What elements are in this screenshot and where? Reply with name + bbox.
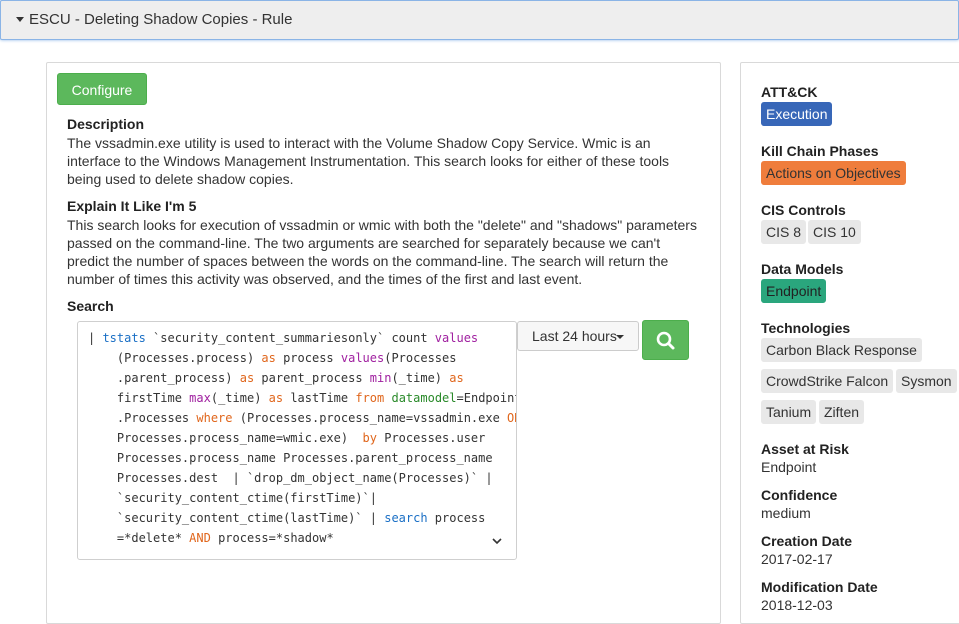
eli5-text: This search looks for execution of vssad… — [67, 216, 707, 288]
asset-label: Asset at Risk — [761, 441, 849, 457]
query-line: `security_content_ctime(lastTime)` | sea… — [88, 508, 485, 528]
query-text: .Processes — [88, 411, 197, 425]
query-keyword: max — [189, 391, 211, 405]
query-line: (Processes.process) as process values(Pr… — [88, 348, 457, 368]
query-text: `security_content_ctime(firstTime)`| — [88, 491, 377, 505]
metadata-sidebar: ATT&CK Execution Kill Chain Phases Actio… — [740, 62, 959, 624]
cis-label: CIS Controls — [761, 202, 846, 218]
eli5-line: passed on the command-line. The two argu… — [67, 235, 661, 251]
creation-date-label: Creation Date — [761, 533, 853, 549]
query-text: `security_content_summariesonly` count — [145, 331, 435, 345]
query-keyword: min — [369, 371, 392, 385]
data-model-tag: Endpoint — [761, 279, 827, 303]
attck-tag: Execution — [761, 102, 833, 126]
query-text: Processes.process_name Processes.parent_… — [88, 451, 493, 465]
query-keyword: as — [239, 371, 255, 385]
technologies-label: Technologies — [761, 320, 851, 336]
technology-tag: Sysmon — [896, 369, 957, 393]
caret-down-icon[interactable] — [16, 17, 24, 22]
creation-date-value: 2017-02-17 — [761, 551, 833, 567]
description-line: The vssadmin.exe utility is used to inte… — [67, 135, 651, 151]
cis-tag: CIS 8 — [761, 220, 807, 244]
query-text: .parent_process) — [88, 371, 240, 385]
search-button[interactable] — [642, 320, 689, 360]
query-text: (Processes.process) — [88, 351, 262, 365]
query-line: `security_content_ctime(firstTime)`| — [88, 488, 377, 508]
query-line: firstTime max(_time) as lastTime from da… — [88, 388, 517, 408]
query-line: .parent_process) as parent_process min(_… — [88, 368, 464, 388]
query-text: (Processes — [384, 351, 457, 365]
technology-tag: Ziften — [819, 400, 865, 424]
search-icon — [656, 331, 675, 350]
query-keyword: as — [261, 351, 276, 365]
kill-chain-tag: Actions on Objectives — [761, 161, 906, 185]
query-keyword: search — [384, 511, 428, 525]
eli5-heading: Explain It Like I'm 5 — [67, 198, 197, 214]
technology-tag: CrowdStrike Falcon — [761, 369, 894, 393]
technology-tag: Carbon Black Response — [761, 338, 922, 362]
caret-down-icon — [616, 335, 624, 339]
query-text: | — [88, 331, 103, 345]
search-query-editor[interactable]: | tstats `security_content_summariesonly… — [77, 321, 517, 560]
query-line: Processes.dest | `drop_dm_object_name(Pr… — [88, 468, 493, 488]
query-text: firstTime — [88, 391, 190, 405]
query-keyword: as — [449, 371, 464, 385]
query-text: parent_process — [254, 371, 370, 385]
query-keyword: OR — [507, 411, 516, 425]
description-heading: Description — [67, 116, 145, 132]
query-text: Processes.user — [377, 431, 486, 445]
panel-title: ESCU - Deleting Shadow Copies - Rule — [29, 11, 293, 28]
description-text: The vssadmin.exe utility is used to inte… — [67, 134, 707, 188]
confidence-value: medium — [761, 505, 811, 521]
query-text: =Endpoint — [456, 391, 517, 405]
query-text: process — [427, 511, 486, 525]
time-range-label: Last 24 hours — [532, 328, 617, 344]
query-keyword: values — [340, 351, 385, 365]
query-line: Processes.process_name Processes.parent_… — [88, 448, 493, 468]
modification-date-label: Modification Date — [761, 579, 878, 595]
query-text: process — [275, 351, 341, 365]
query-text: =*delete* — [88, 531, 190, 545]
eli5-line: number of times this activity was observ… — [67, 271, 583, 287]
query-line: Processes.process_name=wmic.exe) by Proc… — [88, 428, 485, 448]
query-line: | tstats `security_content_summariesonly… — [88, 328, 478, 348]
query-text: Processes.dest | `drop_dm_object_name(Pr… — [88, 471, 493, 485]
cis-tag: CIS 10 — [808, 220, 861, 244]
query-keyword: as — [268, 391, 284, 405]
query-text: Processes.process_name=wmic.exe) — [88, 431, 363, 445]
attck-label: ATT&CK — [761, 84, 818, 100]
chevron-down-icon[interactable] — [490, 534, 504, 548]
confidence-label: Confidence — [761, 487, 838, 503]
query-keyword: by — [362, 431, 377, 445]
search-heading: Search — [67, 298, 114, 314]
time-range-picker[interactable]: Last 24 hours — [517, 321, 639, 351]
description-line: being used to delete shadow copies. — [67, 171, 294, 187]
query-keyword: where — [196, 411, 233, 425]
query-keyword: datamodel — [391, 391, 457, 405]
query-line: =*delete* AND process=*shadow* — [88, 528, 334, 548]
query-keyword: AND — [189, 531, 211, 545]
description-line: interface to the Windows Management Inst… — [67, 153, 670, 169]
kill-chain-label: Kill Chain Phases — [761, 143, 879, 159]
data-models-label: Data Models — [761, 261, 844, 277]
query-keyword: from — [355, 391, 385, 405]
modification-date-value: 2018-12-03 — [761, 597, 833, 613]
asset-value: Endpoint — [761, 459, 817, 475]
panel-header[interactable]: ESCU - Deleting Shadow Copies - Rule — [0, 0, 959, 40]
configure-button[interactable]: Configure — [57, 73, 147, 105]
query-text: `security_content_ctime(lastTime)` | — [88, 511, 385, 525]
technology-tag: Tanium — [761, 400, 817, 424]
query-keyword: values — [434, 331, 479, 345]
query-keyword: tstats — [102, 331, 146, 345]
eli5-line: predict the number of spaces between the… — [67, 253, 669, 269]
query-text: (_time) — [210, 391, 269, 405]
query-line: .Processes where (Processes.process_name… — [88, 408, 516, 428]
rule-details-panel: Configure Description The vssadmin.exe u… — [46, 62, 721, 624]
eli5-line: This search looks for execution of vssad… — [67, 217, 697, 233]
query-text: process=*shadow* — [210, 531, 334, 545]
query-text: lastTime — [283, 391, 356, 405]
query-text: (Processes.process_name=vssadmin.exe — [232, 411, 508, 425]
query-text: (_time) — [391, 371, 450, 385]
